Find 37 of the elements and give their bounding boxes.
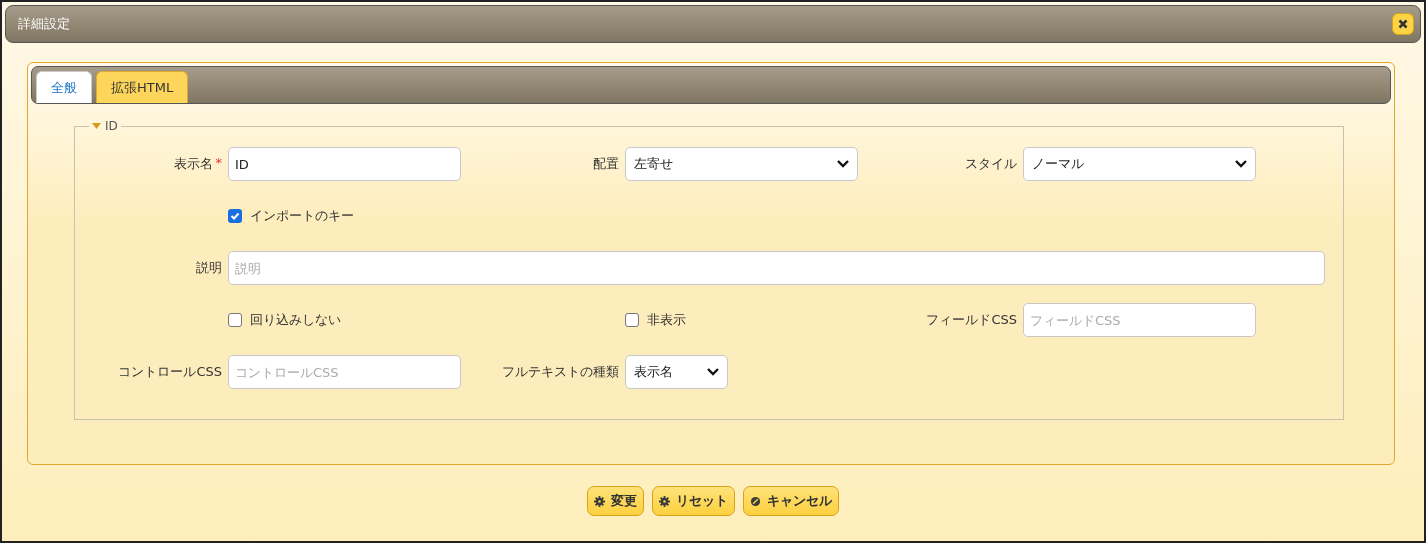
field-label: スタイル (965, 155, 1017, 173)
checkbox-label: 回り込みしない (250, 311, 341, 329)
gear-icon (659, 495, 670, 507)
input-field[interactable]: ID (228, 147, 461, 181)
dropdown[interactable]: 表示名 (625, 355, 728, 389)
action-button[interactable]: キャンセル (743, 486, 839, 516)
field-label: 説明 (196, 259, 222, 277)
chevron-down-icon (707, 368, 719, 376)
checkbox[interactable] (228, 313, 242, 327)
tab[interactable]: 全般 (36, 71, 92, 103)
field-label: フィールドCSS (926, 311, 1017, 329)
dropdown[interactable]: ノーマル (1023, 147, 1256, 181)
section-header[interactable]: ID (89, 119, 121, 133)
action-button[interactable]: リセット (652, 486, 735, 516)
input-field[interactable]: コントロールCSS (228, 355, 461, 389)
input-field[interactable]: 説明 (228, 251, 1325, 285)
field-label: コントロールCSS (118, 363, 222, 381)
dropdown[interactable]: 左寄せ (625, 147, 858, 181)
checkbox[interactable] (625, 313, 639, 327)
check-icon (230, 211, 240, 221)
dialog-title: 詳細設定 (18, 15, 70, 33)
tab[interactable]: 拡張HTML (96, 71, 189, 103)
input-field[interactable]: フィールドCSS (1023, 303, 1256, 337)
field-label: フルテキストの種類 (502, 363, 619, 381)
checkbox-label: インポートのキー (250, 207, 354, 225)
close-icon (1398, 19, 1408, 29)
chevron-down-icon (837, 160, 849, 168)
required-mark: * (215, 155, 222, 172)
gear-icon (594, 495, 605, 507)
field-label: 表示名 (173, 155, 213, 173)
field-label: 配置 (593, 155, 619, 173)
chevron-down-icon (1235, 160, 1247, 168)
action-button[interactable]: 変更 (587, 486, 644, 516)
checkbox-label: 非表示 (647, 311, 686, 329)
close-button[interactable] (1392, 13, 1414, 35)
cancel-icon (750, 495, 761, 507)
checkbox[interactable] (228, 209, 242, 223)
